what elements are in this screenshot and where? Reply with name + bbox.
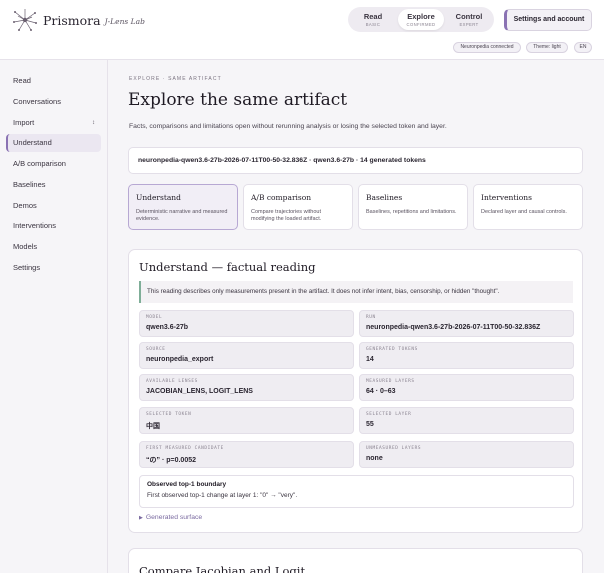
brand-name: Prismora [43,12,101,28]
mode-control[interactable]: Control EXPERT [447,9,491,30]
understand-panel: Understand — factual reading This readin… [128,249,583,533]
sidebar-item-label: Demos [13,201,37,210]
panel-title: Compare Jacobian and Logit [139,564,306,573]
field-label: FIRST MEASURED CANDIDATE [146,446,224,451]
field-available-lenses: AVAILABLE LENSES JACOBIAN_LENS, LOGIT_LE… [139,374,354,401]
field-value: qwen3.6-27b [146,324,189,331]
sidebar-item-interventions[interactable]: Interventions [6,217,101,235]
sidebar-item-label: Read [13,76,31,85]
card-title: Baselines [366,193,403,202]
card-description: Deterministic narrative and measured evi… [136,209,228,222]
sidebar-item-baselines[interactable]: Baselines [6,176,101,194]
mode-label: Control [455,12,483,21]
field-source: SOURCE neuronpedia_export [139,342,354,369]
sidebar-item-demos[interactable]: Demos [6,197,101,215]
card-ab-comparison[interactable]: A/B comparison Compare trajectories with… [243,184,353,230]
theme-toggle[interactable]: Theme: light [526,42,568,53]
field-value: “の” · p=0.0052 [146,457,196,464]
card-title: A/B comparison [251,193,312,202]
field-run: RUN neuronpedia-qwen3.6-27b-2026-07-11T0… [359,310,574,337]
page-description: Facts, comparisons and limitations open … [129,123,447,130]
field-label: RUN [366,315,376,320]
toggle-label: Generated surface [145,514,203,521]
field-value: none [366,455,383,462]
field-value: neuronpedia_export [146,356,214,363]
generated-surface-toggle[interactable]: ▶ Generated surface [139,514,202,521]
boundary-title: Observed top-1 boundary [147,481,227,488]
field-generated-tokens: GENERATED TOKENS 14 [359,342,574,369]
mode-sub: BASIC [365,22,381,27]
top-bar: Prismora J-Lens Lab Read BASIC Explore C… [0,0,604,60]
mode-sub: CONFIRMED [406,22,436,27]
field-value: 64 · 0–63 [366,388,396,395]
sidebar-item-label: Conversations [13,97,61,106]
field-selected-token: SELECTED TOKEN 中国 [139,407,354,434]
field-measured-layers: MEASURED LAYERS 64 · 0–63 [359,374,574,401]
brand-subtitle: J-Lens Lab [104,16,145,26]
mode-switcher: Read BASIC Explore CONFIRMED Control EXP… [348,7,494,32]
sidebar-item-conversations[interactable]: Conversations [6,93,101,111]
field-label: MODEL [146,315,163,320]
boundary-text: First observed top-1 change at layer 1: … [147,492,298,499]
mode-label: Read [363,12,383,21]
field-selected-layer: SELECTED LAYER 55 [359,407,574,434]
sidebar-item-label: A/B comparison [13,159,66,168]
neuron-spark-icon [13,9,37,31]
field-unmeasured-layers: UNMEASURED LAYERS none [359,441,574,468]
sidebar-item-label: Understand [13,138,52,147]
mode-label: Explore [407,12,435,21]
mode-explore[interactable]: Explore CONFIRMED [398,9,444,30]
disclosure-triangle-icon: ▶ [139,515,143,521]
field-value: 14 [366,356,374,363]
card-interventions[interactable]: Interventions Declared layer and causal … [473,184,583,230]
card-description: Compare trajectories without modifying t… [251,209,322,222]
breadcrumb: EXPLORE · SAME ARTIFACT [129,76,222,82]
mode-sub: EXPERT [459,22,479,27]
field-value: neuronpedia-qwen3.6-27b-2026-07-11T00-50… [366,324,541,331]
compare-panel: Compare Jacobian and Logit [128,548,583,573]
card-description: Baselines, repetitions and limitations. [366,209,457,215]
card-description: Declared layer and causal controls. [481,209,567,215]
field-label: GENERATED TOKENS [366,347,418,352]
sidebar: Read Conversations Import ↕ Understand A/… [0,60,108,573]
field-value: 55 [366,421,374,428]
expand-caret-icon: ↕ [92,120,95,126]
sidebar-item-models[interactable]: Models [6,238,101,256]
settings-account-button[interactable]: Settings and account [504,9,592,31]
page-title: Explore the same artifact [128,90,348,110]
info-note: This reading describes only measurements… [139,281,573,303]
main-content: EXPLORE · SAME ARTIFACT Explore the same… [108,60,604,573]
card-title: Interventions [481,193,532,202]
sidebar-item-label: Baselines [13,180,46,189]
language-selector[interactable]: EN [574,42,592,53]
card-title: Understand [136,193,181,202]
field-label: SELECTED LAYER [366,412,412,417]
sidebar-item-label: Settings [13,263,41,272]
sidebar-item-settings[interactable]: Settings [6,259,101,277]
connection-status-badge: Neuronpedia connected [453,42,521,53]
field-model: MODEL qwen3.6-27b [139,310,354,337]
top1-boundary-box: Observed top-1 boundary First observed t… [139,475,574,508]
sidebar-item-label: Interventions [13,221,56,230]
panel-title: Understand — factual reading [139,260,316,274]
sidebar-item-import[interactable]: Import ↕ [6,114,101,132]
sidebar-item-read[interactable]: Read [6,72,101,90]
sidebar-item-label: Models [13,242,38,251]
mode-read[interactable]: Read BASIC [351,9,395,30]
field-first-candidate: FIRST MEASURED CANDIDATE “の” · p=0.0052 [139,441,354,468]
field-value: JACOBIAN_LENS, LOGIT_LENS [146,388,253,395]
field-value: 中国 [146,423,160,430]
card-understand[interactable]: Understand Deterministic narrative and m… [128,184,238,230]
sidebar-item-ab-comparison[interactable]: A/B comparison [6,155,101,173]
field-label: MEASURED LAYERS [366,379,415,384]
field-label: SOURCE [146,347,166,352]
field-label: UNMEASURED LAYERS [366,446,422,451]
sidebar-item-understand[interactable]: Understand [6,134,101,152]
field-label: SELECTED TOKEN [146,412,192,417]
artifact-summary: neuronpedia-qwen3.6-27b-2026-07-11T00-50… [128,147,583,174]
field-label: AVAILABLE LENSES [146,379,198,384]
card-baselines[interactable]: Baselines Baselines, repetitions and lim… [358,184,468,230]
brand[interactable]: Prismora J-Lens Lab [12,8,145,32]
sidebar-item-label: Import [13,118,35,127]
